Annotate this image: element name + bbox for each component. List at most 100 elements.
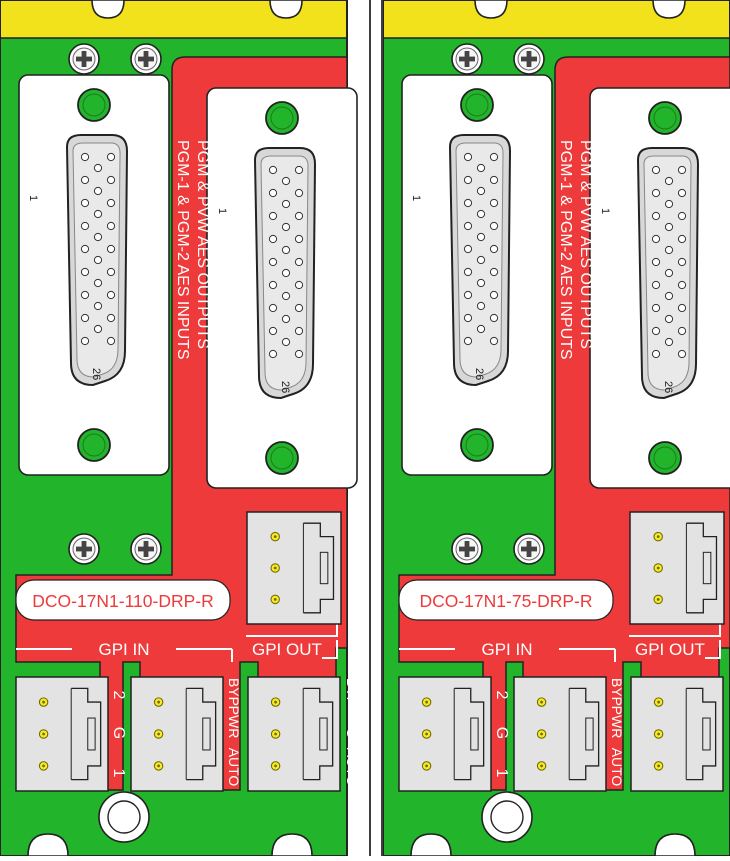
- rear-panel-left: 2G12G1BYPPWRAUTOBYPGAUTO126126 DCO-17N1-…: [0, 0, 361, 857]
- dsub-mount-hole-bottom-inner: [270, 446, 294, 470]
- dsub-pin: [489, 336, 499, 346]
- dsub-pin: [268, 349, 278, 359]
- gpi-in-2-pin-byp: BYP: [609, 678, 625, 706]
- dsub-pin: [281, 176, 291, 186]
- dsub-pin: [80, 175, 90, 185]
- dsub-pin: [677, 303, 687, 313]
- dsub-pin: [677, 188, 687, 198]
- phillips-screw-icon: [130, 43, 162, 75]
- dsub-pin: [677, 165, 687, 175]
- phillips-screw-icon: [451, 43, 483, 75]
- screw-slot-v: [81, 51, 87, 67]
- terminal-pin-center: [274, 700, 277, 704]
- model-label: DCO-17N1-110-DRP-R: [32, 591, 214, 611]
- dsub-pin: [677, 280, 687, 290]
- dsub-pin: [651, 165, 661, 175]
- dsub-mount-hole-top-inner: [465, 93, 489, 117]
- dsub-pin: [463, 290, 473, 300]
- dsub-26-connector: [589, 87, 730, 489]
- dsub-pin: [463, 244, 473, 254]
- screw-slot-v: [81, 541, 87, 557]
- dsub-pin: [80, 336, 90, 346]
- connector-description-line1: PGM & PVW AES OUTPUTS: [577, 140, 594, 349]
- terminal-pin-center: [157, 764, 160, 768]
- dsub-pin: [463, 267, 473, 277]
- dsub-pin: [281, 199, 291, 209]
- dsub-pin: [93, 232, 103, 242]
- dsub-pin: [651, 234, 661, 244]
- dsub-pin: [106, 290, 116, 300]
- dsub-pin: [93, 301, 103, 311]
- dsub-pin: [106, 336, 116, 346]
- dsub-pin: [106, 313, 116, 323]
- screw-slot-v: [143, 51, 149, 67]
- dsub-pin: [463, 313, 473, 323]
- dsub-pin: [294, 165, 304, 175]
- dsub-pin: [80, 313, 90, 323]
- dsub-pin: [268, 303, 278, 313]
- terminal-pin-center: [657, 700, 660, 704]
- terminal-pin-center: [274, 732, 277, 736]
- dsub-mount-hole-bottom-inner: [82, 433, 106, 457]
- terminal-pin-center: [656, 597, 660, 601]
- terminal-pin-center: [540, 732, 543, 736]
- gpi-out-pin-auto: AUTO: [344, 748, 360, 787]
- screw-slot-v: [143, 541, 149, 557]
- phillips-screw-icon: [130, 533, 162, 565]
- dsub-pin: [677, 349, 687, 359]
- dsub-pin: [664, 314, 674, 324]
- dsub-pin: [489, 313, 499, 323]
- dsub-pin: [677, 326, 687, 336]
- ground-hole-inner: [107, 800, 141, 834]
- gpi-in-2-pin-pwr: PWR: [609, 706, 625, 739]
- dsub-pin: [677, 234, 687, 244]
- dsub-pin: [651, 257, 661, 267]
- dsub-right-pin26-label: 26: [279, 381, 291, 393]
- dsub-pin: [80, 267, 90, 277]
- screw-slot-v: [526, 541, 532, 557]
- dsub-pin: [463, 221, 473, 231]
- rear-panel-right: 2G12G1BYPPWRAUTOBYPGAUTO126126 DCO-17N1-…: [382, 0, 730, 856]
- dsub-pin: [294, 234, 304, 244]
- terminal-pin-center: [540, 764, 543, 768]
- dsub-pin: [106, 221, 116, 231]
- dsub-pin: [489, 198, 499, 208]
- dsub-pin: [476, 324, 486, 334]
- dsub-pin: [268, 280, 278, 290]
- dsub-pin: [664, 199, 674, 209]
- terminal-pin-center: [273, 535, 277, 539]
- ground-hole-inner: [490, 800, 524, 834]
- dsub-pin: [463, 152, 473, 162]
- terminal-pin-center: [656, 535, 660, 539]
- dsub-pin: [489, 244, 499, 254]
- dsub-pin: [651, 349, 661, 359]
- terminal-pin-center: [42, 764, 45, 768]
- dsub-pin: [476, 232, 486, 242]
- dsub-pin: [281, 245, 291, 255]
- terminal-housing: [630, 676, 724, 792]
- dsub-pin: [268, 211, 278, 221]
- gpi-in-label: GPI IN: [481, 640, 532, 659]
- dsub-pin: [281, 337, 291, 347]
- terminal-housing: [130, 676, 224, 792]
- terminal-pin-center: [157, 732, 160, 736]
- rear-panel-diagram: 2 G 1 2 G 1 BYP PWR AUTO BYP G AUTO 1 26 1 26 DCO-17N1-…: [0, 0, 730, 857]
- gpi-out-pin-g: G: [344, 728, 360, 739]
- dsub-pin: [80, 152, 90, 162]
- gpi-out-top-pin-1: 1: [344, 604, 361, 613]
- dsub-pin: [677, 211, 687, 221]
- dsub-pin: [281, 291, 291, 301]
- dsub-pin: [294, 349, 304, 359]
- dsub-pin: [268, 234, 278, 244]
- terminal-pin-center: [425, 732, 428, 736]
- dsub-pin: [268, 188, 278, 198]
- gpi-in-1-pin-1: 1: [110, 769, 127, 778]
- phillips-screw-icon: [68, 43, 100, 75]
- dsub-pin: [93, 278, 103, 288]
- terminal-pin-center: [274, 764, 277, 768]
- screw-slot-v: [526, 51, 532, 67]
- terminal-pin-center: [425, 700, 428, 704]
- dsub-mount-hole-top-inner: [653, 106, 677, 130]
- dsub-pin: [476, 301, 486, 311]
- dsub-mount-hole-bottom-inner: [465, 433, 489, 457]
